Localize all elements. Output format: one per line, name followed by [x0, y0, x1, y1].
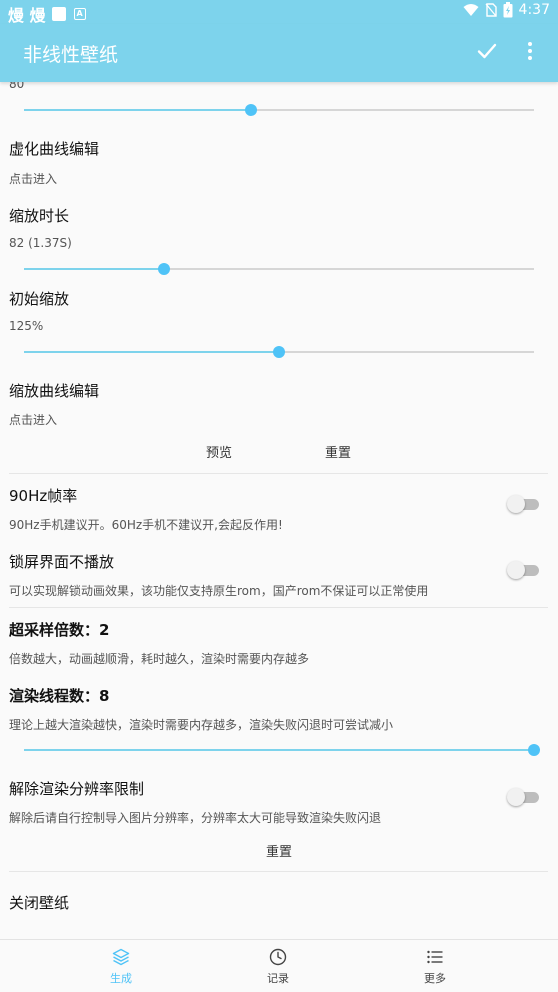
bottom-nav: 生成 记录 更多 — [0, 939, 558, 992]
list-icon — [427, 950, 443, 964]
divider — [9, 607, 548, 608]
nav-history[interactable]: 记录 — [238, 948, 318, 986]
render-threads-subtitle: 理论上越大渲染越快，渲染时需要内存越多，渲染失败闪退时可尝试减小 — [9, 718, 394, 732]
notification-square-icon — [51, 7, 66, 21]
supersample-subtitle[interactable]: 倍数越大，动画越顺滑，耗时越久，渲染时需要内存越多 — [9, 650, 309, 667]
no-sim-icon — [485, 3, 497, 17]
initial-zoom-value: 125% — [9, 319, 44, 333]
zoom-reset-button[interactable]: 重置 — [325, 442, 351, 461]
slider-thumb[interactable] — [244, 104, 257, 116]
battery-charging-icon — [503, 2, 513, 18]
zoom-curve-subtitle[interactable]: 点击进入 — [9, 411, 57, 428]
initial-zoom-slider[interactable] — [24, 345, 534, 359]
toggle-knob — [507, 495, 525, 513]
layers-icon — [112, 948, 130, 966]
slider-thumb[interactable] — [158, 263, 171, 275]
hz90-toggle[interactable] — [507, 495, 539, 513]
slider-fill — [24, 351, 279, 353]
close-wallpaper-item[interactable]: 关闭壁纸 — [9, 892, 69, 913]
render-reset-button[interactable]: 重置 — [266, 841, 292, 860]
settings-list[interactable]: 80 虚化曲线编辑 点击进入 缩放时长 82 (1.37S) 初始缩放 125%… — [0, 82, 558, 939]
supersample-title[interactable]: 超采样倍数：2 — [9, 619, 109, 640]
app-title: 非线性壁纸 — [23, 44, 119, 66]
nav-history-label: 记录 — [267, 972, 289, 985]
render-threads-title: 渲染线程数：8 — [9, 687, 110, 705]
hz90-title: 90Hz帧率 — [9, 487, 78, 505]
notification-a-icon: A — [73, 8, 86, 20]
toggle-knob — [507, 788, 525, 806]
top-slider[interactable] — [24, 103, 534, 117]
divider — [9, 473, 548, 474]
lockscreen-title: 锁屏界面不播放 — [9, 553, 115, 571]
app-bar: 非线性壁纸 — [0, 24, 558, 82]
blur-curve-title[interactable]: 虚化曲线编辑 — [9, 138, 99, 159]
more-vert-icon[interactable] — [520, 40, 540, 62]
slider-fill — [24, 268, 165, 270]
toggle-knob — [507, 561, 525, 579]
clock-icon — [269, 948, 287, 966]
hz90-subtitle: 90Hz手机建议开。60Hz手机不建议开,会起反作用! — [9, 518, 283, 532]
nav-more[interactable]: 更多 — [395, 948, 475, 986]
slider-thumb[interactable] — [528, 744, 540, 756]
zoom-duration-title: 缩放时长 — [9, 207, 70, 225]
blur-curve-subtitle[interactable]: 点击进入 — [9, 170, 57, 187]
top-slider-value: 80 — [9, 82, 25, 91]
zoom-curve-title[interactable]: 缩放曲线编辑 — [9, 380, 99, 401]
resolution-limit-subtitle: 解除后请自行控制导入图片分辨率，分辨率太大可能导致渲染失败闪退 — [9, 811, 382, 825]
nav-generate-label: 生成 — [110, 972, 132, 985]
status-bar: 熳 熳 A 4:37 — [0, 0, 558, 26]
status-notifications: 熳 熳 A — [8, 2, 86, 26]
resolution-limit-toggle[interactable] — [507, 788, 539, 806]
zoom-duration-slider[interactable] — [24, 262, 534, 276]
lockscreen-toggle[interactable] — [507, 561, 539, 579]
divider — [9, 871, 548, 872]
status-notification-text: 熳 熳 — [8, 6, 46, 25]
wifi-icon — [463, 4, 479, 16]
nav-more-label: 更多 — [424, 972, 446, 985]
lockscreen-subtitle: 可以实现解锁动画效果，该功能仅支持原生rom，国产rom不保证可以正常使用 — [9, 584, 429, 598]
initial-zoom-title: 初始缩放 — [9, 290, 70, 308]
slider-fill — [24, 109, 251, 111]
slider-fill — [24, 749, 534, 751]
status-right: 4:37 — [463, 2, 550, 18]
preview-button[interactable]: 预览 — [206, 442, 232, 461]
confirm-check-icon[interactable] — [474, 38, 500, 64]
zoom-duration-value: 82 (1.37S) — [9, 236, 72, 250]
render-threads-slider[interactable] — [24, 743, 540, 757]
nav-generate[interactable]: 生成 — [81, 948, 161, 986]
slider-thumb[interactable] — [273, 346, 285, 358]
resolution-limit-title: 解除渲染分辨率限制 — [9, 780, 145, 798]
status-time: 4:37 — [518, 2, 550, 18]
